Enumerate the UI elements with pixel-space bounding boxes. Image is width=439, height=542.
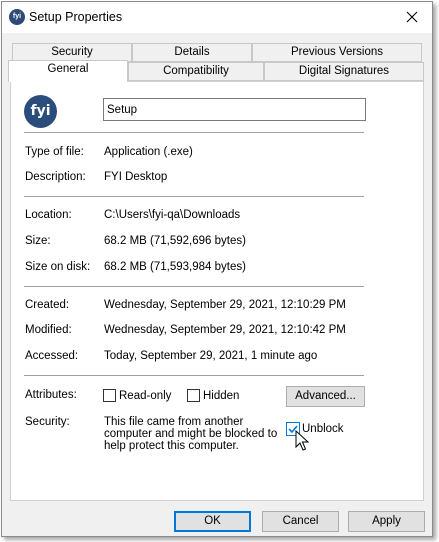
fyi-app-icon: fyi xyxy=(9,9,25,25)
readonly-label[interactable]: Read-only xyxy=(119,390,171,402)
hidden-checkbox[interactable] xyxy=(187,389,200,402)
type-of-file-value: Application (.exe) xyxy=(104,146,193,158)
security-label: Security: xyxy=(25,416,70,428)
hidden-label[interactable]: Hidden xyxy=(203,390,239,402)
created-label: Created: xyxy=(25,299,70,311)
size-value: 68.2 MB (71,592,696 bytes) xyxy=(104,235,246,247)
created-value: Wednesday, September 29, 2021, 12:10:29 … xyxy=(104,299,346,311)
separator xyxy=(24,286,364,287)
modified-value: Wednesday, September 29, 2021, 12:10:42 … xyxy=(104,324,346,336)
tab-general[interactable]: General xyxy=(8,60,128,82)
advanced-button[interactable]: Advanced... xyxy=(286,386,365,407)
fyi-logo-icon: fyi xyxy=(24,95,57,128)
readonly-checkbox[interactable] xyxy=(103,389,116,402)
ok-button[interactable]: OK xyxy=(174,511,251,532)
title-bar: fyi Setup Properties xyxy=(2,2,432,33)
tab-details[interactable]: Details xyxy=(132,43,252,62)
mouse-cursor-icon xyxy=(295,430,309,451)
description-value: FYI Desktop xyxy=(104,171,168,183)
separator xyxy=(24,196,364,197)
separator xyxy=(24,132,364,133)
size-label: Size: xyxy=(25,235,51,247)
size-on-disk-label: Size on disk: xyxy=(25,261,91,273)
file-name-input[interactable] xyxy=(103,98,366,121)
close-icon[interactable] xyxy=(398,4,426,30)
tab-previous-versions[interactable]: Previous Versions xyxy=(252,43,422,62)
description-label: Description: xyxy=(25,171,86,183)
modified-label: Modified: xyxy=(25,324,72,336)
tab-compatibility[interactable]: Compatibility xyxy=(128,62,264,81)
separator xyxy=(24,375,364,376)
attributes-label: Attributes: xyxy=(25,389,77,401)
accessed-label: Accessed: xyxy=(25,350,79,362)
accessed-value: Today, September 29, 2021, 1 minute ago xyxy=(104,350,318,362)
tab-digital-signatures[interactable]: Digital Signatures xyxy=(264,62,424,81)
location-value: C:\Users\fyi-qa\Downloads xyxy=(104,209,241,221)
window-title: Setup Properties xyxy=(29,10,123,24)
properties-dialog: fyi Setup Properties Security Details Pr… xyxy=(1,1,433,537)
type-of-file-label: Type of file: xyxy=(25,146,84,158)
cancel-button[interactable]: Cancel xyxy=(262,511,339,532)
location-label: Location: xyxy=(25,209,72,221)
security-message: This file came from another computer and… xyxy=(104,416,278,452)
apply-button[interactable]: Apply xyxy=(348,511,425,532)
size-on-disk-value: 68.2 MB (71,593,984 bytes) xyxy=(104,261,246,273)
